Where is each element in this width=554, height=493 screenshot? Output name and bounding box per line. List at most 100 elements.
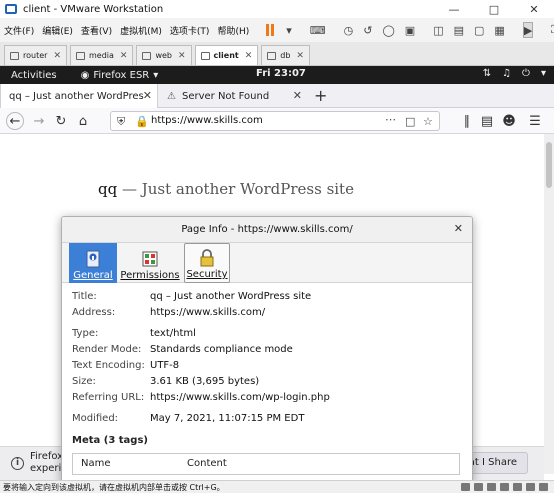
column-header-content[interactable]: Content <box>187 458 227 469</box>
menu-help[interactable]: 帮助(H) <box>213 24 253 37</box>
close-icon[interactable]: ✕ <box>143 89 152 102</box>
chevron-down-icon[interactable]: ▾ <box>286 22 292 38</box>
account-icon[interactable]: ☻ <box>500 112 518 130</box>
vm-tab-client[interactable]: client ✕ <box>194 45 259 65</box>
back-button[interactable]: ← <box>6 112 24 130</box>
snapshot-manager-icon[interactable]: ◯ <box>382 22 394 38</box>
padlock-icon <box>198 249 216 267</box>
menu-tabs[interactable]: 选项卡(T) <box>166 24 214 37</box>
vm-tab-media[interactable]: media ✕ <box>69 45 134 65</box>
library-icon[interactable]: ∥ <box>458 112 476 130</box>
network-adapter-icon[interactable] <box>487 483 496 491</box>
vm-icon <box>75 51 85 60</box>
vm-tab-web[interactable]: web ✕ <box>136 45 192 65</box>
page-scrollbar[interactable] <box>544 134 554 474</box>
vm-tab-label: web <box>155 51 172 60</box>
tab-label: General <box>73 270 113 281</box>
home-icon[interactable]: ⌂ <box>74 112 92 130</box>
tab-general[interactable]: General <box>69 243 117 283</box>
column-header-name[interactable]: Name <box>81 458 111 469</box>
close-icon[interactable]: ✕ <box>296 51 304 61</box>
device-icons <box>461 483 548 491</box>
vmware-status-bar: 要将输入定向到该虚拟机，请在虚拟机内部单击或按 Ctrl+G。 <box>0 480 554 493</box>
url-bar[interactable]: ⛨ 🔒 https://www.skills.com ⋯ □ ☆ <box>110 111 440 131</box>
tab-label: Security <box>186 269 228 280</box>
vm-tab-db[interactable]: db ✕ <box>261 45 310 65</box>
scrollbar-thumb[interactable] <box>546 142 552 188</box>
reload-button[interactable]: ↻ <box>52 112 70 130</box>
chevron-down-icon: ▾ <box>153 69 159 81</box>
snapshot-icon[interactable]: ◷ <box>344 22 354 38</box>
maximize-button[interactable]: □ <box>474 0 514 18</box>
new-tab-button[interactable]: + <box>314 86 327 105</box>
close-icon[interactable]: ✕ <box>178 51 186 61</box>
forward-button[interactable]: → <box>30 112 48 130</box>
browser-tab-wordpress[interactable]: qq – Just another WordPres ✕ <box>0 84 158 108</box>
gnome-top-bar: Activities ◉ Firefox ESR ▾ Fri 23:07 ⇅ ♫… <box>0 66 554 84</box>
tab-label: qq – Just another WordPres <box>9 90 144 102</box>
tab-security[interactable]: Security <box>184 243 230 283</box>
close-window-button[interactable]: ✕ <box>514 0 554 18</box>
browser-tab-server-not-found[interactable]: ⚠ Server Not Found ✕ <box>159 84 307 108</box>
bookmark-star-icon[interactable]: ☆ <box>423 115 433 128</box>
url-text[interactable]: https://www.skills.com <box>151 115 263 126</box>
usb-icon[interactable] <box>500 483 509 491</box>
volume-icon: ♫ <box>502 68 512 79</box>
console-icon[interactable]: ▶ <box>522 22 534 38</box>
clock[interactable]: Fri 23:07 <box>256 68 306 79</box>
cdrom-icon[interactable] <box>474 483 483 491</box>
menu-edit[interactable]: 编辑(E) <box>38 24 77 37</box>
close-icon[interactable]: ✕ <box>53 51 61 61</box>
field-label: Title: <box>72 291 97 302</box>
tab-permissions[interactable]: Permissions <box>120 243 180 283</box>
system-tray[interactable]: ⇅ ♫ ⏻ ▾ <box>483 68 546 79</box>
close-icon[interactable]: ✕ <box>293 89 302 102</box>
vm-tab-label: media <box>88 51 114 60</box>
menu-view[interactable]: 查看(V) <box>77 24 116 37</box>
menu-file[interactable]: 文件(F) <box>0 24 38 37</box>
menu-icon[interactable]: ☰ <box>526 112 544 130</box>
status-text: 要将输入定向到该虚拟机，请在虚拟机内部单击或按 Ctrl+G。 <box>3 483 225 492</box>
vm-icon <box>267 51 277 60</box>
hdd-icon[interactable] <box>461 483 470 491</box>
printer-icon[interactable] <box>526 483 535 491</box>
field-label: Size: <box>72 376 96 387</box>
snapshot-list-icon[interactable]: ▣ <box>405 22 415 38</box>
shield-icon[interactable]: ⛨ <box>117 115 125 129</box>
vm-icon <box>142 51 152 60</box>
site-title[interactable]: qq — Just another WordPress site <box>98 180 354 198</box>
field-value: text/html <box>150 328 196 339</box>
sidebar-icon[interactable]: ▤ <box>478 112 496 130</box>
site-name[interactable]: qq <box>98 180 117 198</box>
sound-icon[interactable] <box>513 483 522 491</box>
pause-icon[interactable] <box>266 22 276 38</box>
field-value: 3.61 KB (3,695 bytes) <box>150 376 260 387</box>
vm-icon <box>200 51 210 60</box>
vm-tab-label: client <box>213 51 239 60</box>
activities-button[interactable]: Activities <box>11 70 57 81</box>
send-keys-icon[interactable]: ⌨ <box>310 22 326 38</box>
firefox-icon: ◉ <box>80 69 90 81</box>
close-icon[interactable]: ✕ <box>454 222 463 235</box>
field-label: Type: <box>72 328 99 339</box>
display-icon[interactable] <box>539 483 548 491</box>
library-icon[interactable]: ◫ <box>433 22 443 38</box>
minimize-button[interactable]: — <box>434 0 474 18</box>
fullscreen-icon[interactable]: ▢ <box>474 22 484 38</box>
lock-icon[interactable]: 🔒 <box>135 115 149 128</box>
app-name: Firefox ESR <box>93 69 150 81</box>
field-value: UTF-8 <box>150 360 180 371</box>
menu-vm[interactable]: 虚拟机(M) <box>116 24 166 37</box>
page-actions-icon[interactable]: ⋯ <box>385 113 396 126</box>
pocket-icon[interactable]: □ <box>405 115 415 128</box>
vm-tab-router[interactable]: router ✕ <box>4 45 67 65</box>
unity-icon[interactable]: ▦ <box>494 22 504 38</box>
thumbnail-icon[interactable]: ▤ <box>454 22 464 38</box>
window-title: client - VMware Workstation <box>23 3 164 15</box>
app-menu[interactable]: ◉ Firefox ESR ▾ <box>81 70 159 81</box>
close-icon[interactable]: ✕ <box>120 51 128 61</box>
revert-snapshot-icon[interactable]: ↺ <box>363 22 372 38</box>
close-icon[interactable]: ✕ <box>245 51 253 61</box>
meta-table[interactable]: Name Content <box>72 453 460 475</box>
dialog-title: Page Info - https://www.skills.com/ <box>181 224 353 235</box>
